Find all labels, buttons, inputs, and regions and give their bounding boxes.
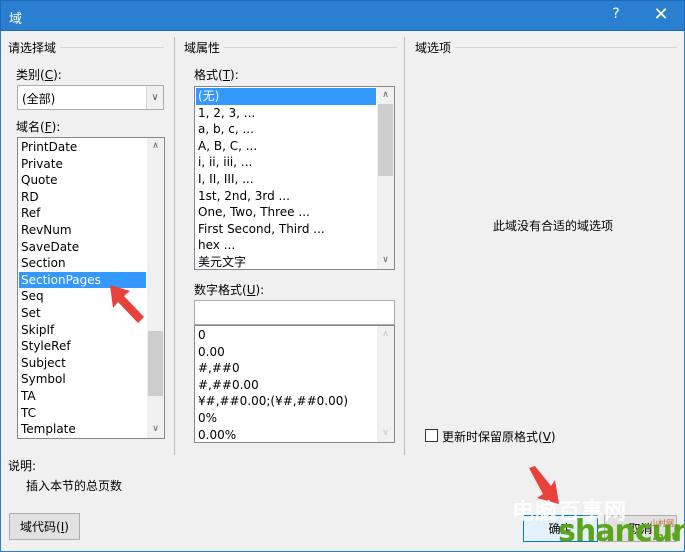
- format-item[interactable]: First Second, Third ...: [196, 221, 376, 238]
- format-item[interactable]: hex ...: [196, 237, 376, 254]
- field-options-group-title: 域选项: [415, 39, 456, 56]
- scroll-up-icon[interactable]: ∧: [377, 326, 394, 343]
- scroll-down-icon[interactable]: ∨: [377, 252, 394, 269]
- scrollbar-thumb[interactable]: [378, 104, 393, 176]
- number-format-input[interactable]: [194, 300, 395, 325]
- watermark-sub-text: .net: [652, 530, 677, 543]
- number-format-item[interactable]: 0.00: [196, 344, 376, 361]
- number-format-item[interactable]: 0: [196, 327, 376, 344]
- scroll-up-icon[interactable]: ∧: [377, 87, 394, 104]
- field-name-item[interactable]: PrintDate: [19, 139, 146, 156]
- description-label: 说明:: [8, 459, 37, 473]
- format-item[interactable]: 1st, 2nd, 3rd ...: [196, 188, 376, 205]
- field-name-item[interactable]: Subject: [19, 355, 146, 372]
- title-bar: 域 ? ✕: [0, 0, 685, 31]
- scroll-up-icon[interactable]: ∧: [147, 138, 164, 155]
- field-name-item[interactable]: RevNum: [19, 222, 146, 239]
- preserve-format-label[interactable]: 更新时保留原格式(V): [442, 428, 556, 445]
- preserve-format-checkbox[interactable]: [425, 429, 438, 442]
- window-title: 域: [9, 12, 23, 27]
- field-name-item[interactable]: Template: [19, 421, 146, 438]
- dialog-client: 请选择域 类别(C): (全部) ∨ 域名(F): ∧ ∨ PrintDate P…: [0, 31, 685, 552]
- format-item[interactable]: One, Two, Three ...: [196, 204, 376, 221]
- category-label: 类别(C):: [16, 68, 62, 82]
- field-names-scrollbar[interactable]: ∧ ∨: [147, 138, 164, 438]
- format-item[interactable]: 1, 2, 3, ...: [196, 105, 376, 122]
- field-name-item[interactable]: Ref: [19, 205, 146, 222]
- close-button[interactable]: ✕: [649, 4, 673, 25]
- format-label: 格式(T):: [194, 68, 239, 82]
- help-button[interactable]: ?: [606, 6, 626, 22]
- field-name-item[interactable]: StyleRef: [19, 338, 146, 355]
- scroll-down-icon[interactable]: ∨: [147, 421, 164, 438]
- field-name-item[interactable]: Private: [19, 156, 146, 173]
- field-name-item[interactable]: TC: [19, 405, 146, 422]
- number-format-scrollbar[interactable]: ∧ ∨: [377, 326, 394, 442]
- field-codes-button[interactable]: 域代码(I): [9, 513, 80, 540]
- category-dropdown[interactable]: (全部) ∨: [17, 85, 164, 110]
- field-name-item[interactable]: SaveDate: [19, 239, 146, 256]
- number-format-item[interactable]: ¥#,##0.00;(¥#,##0.00): [196, 393, 376, 410]
- format-item[interactable]: 美元文字: [196, 254, 376, 269]
- number-format-item[interactable]: #,##0: [196, 360, 376, 377]
- number-format-item[interactable]: #,##0.00: [196, 377, 376, 394]
- choose-field-group-title: 请选择域: [8, 39, 61, 56]
- number-format-label: 数字格式(U):: [194, 283, 265, 297]
- annotation-arrow-icon: [110, 285, 144, 323]
- field-names-label: 域名(F):: [16, 120, 61, 134]
- category-dropdown-value: (全部): [22, 92, 56, 106]
- format-listbox[interactable]: ∧ ∨ (无) 1, 2, 3, ... a, b, c, ... A, B, C, …: [194, 86, 395, 270]
- format-scrollbar[interactable]: ∧ ∨: [377, 87, 394, 269]
- scrollbar-thumb[interactable]: [148, 331, 163, 396]
- column-separator: [404, 37, 405, 455]
- description-text: 插入本节的总页数: [26, 479, 123, 493]
- number-format-listbox[interactable]: ∧ ∨ 0 0.00 #,##0 #,##0.00 ¥#,##0.00;(¥#,##0.…: [194, 325, 395, 443]
- format-item[interactable]: A, B, C, ...: [196, 138, 376, 155]
- format-item[interactable]: (无): [196, 88, 376, 105]
- field-name-item[interactable]: Section: [19, 255, 146, 272]
- watermark-badge: 山村网: [650, 519, 674, 528]
- field-name-item[interactable]: RD: [19, 189, 146, 206]
- format-item[interactable]: I, II, III, ...: [196, 171, 376, 188]
- format-item[interactable]: a, b, c, ...: [196, 121, 376, 138]
- column-separator: [174, 37, 175, 455]
- chevron-down-icon[interactable]: ∨: [146, 86, 163, 109]
- number-format-item[interactable]: 0.00%: [196, 427, 376, 442]
- field-name-item[interactable]: Quote: [19, 172, 146, 189]
- format-item[interactable]: i, ii, iii, ...: [196, 154, 376, 171]
- no-options-message: 此域没有合适的域选项: [493, 219, 614, 233]
- field-name-item[interactable]: TA: [19, 388, 146, 405]
- field-properties-group-title: 域属性: [184, 39, 225, 56]
- scroll-down-icon[interactable]: ∨: [377, 425, 394, 442]
- field-name-item[interactable]: Symbol: [19, 371, 146, 388]
- number-format-item[interactable]: 0%: [196, 410, 376, 427]
